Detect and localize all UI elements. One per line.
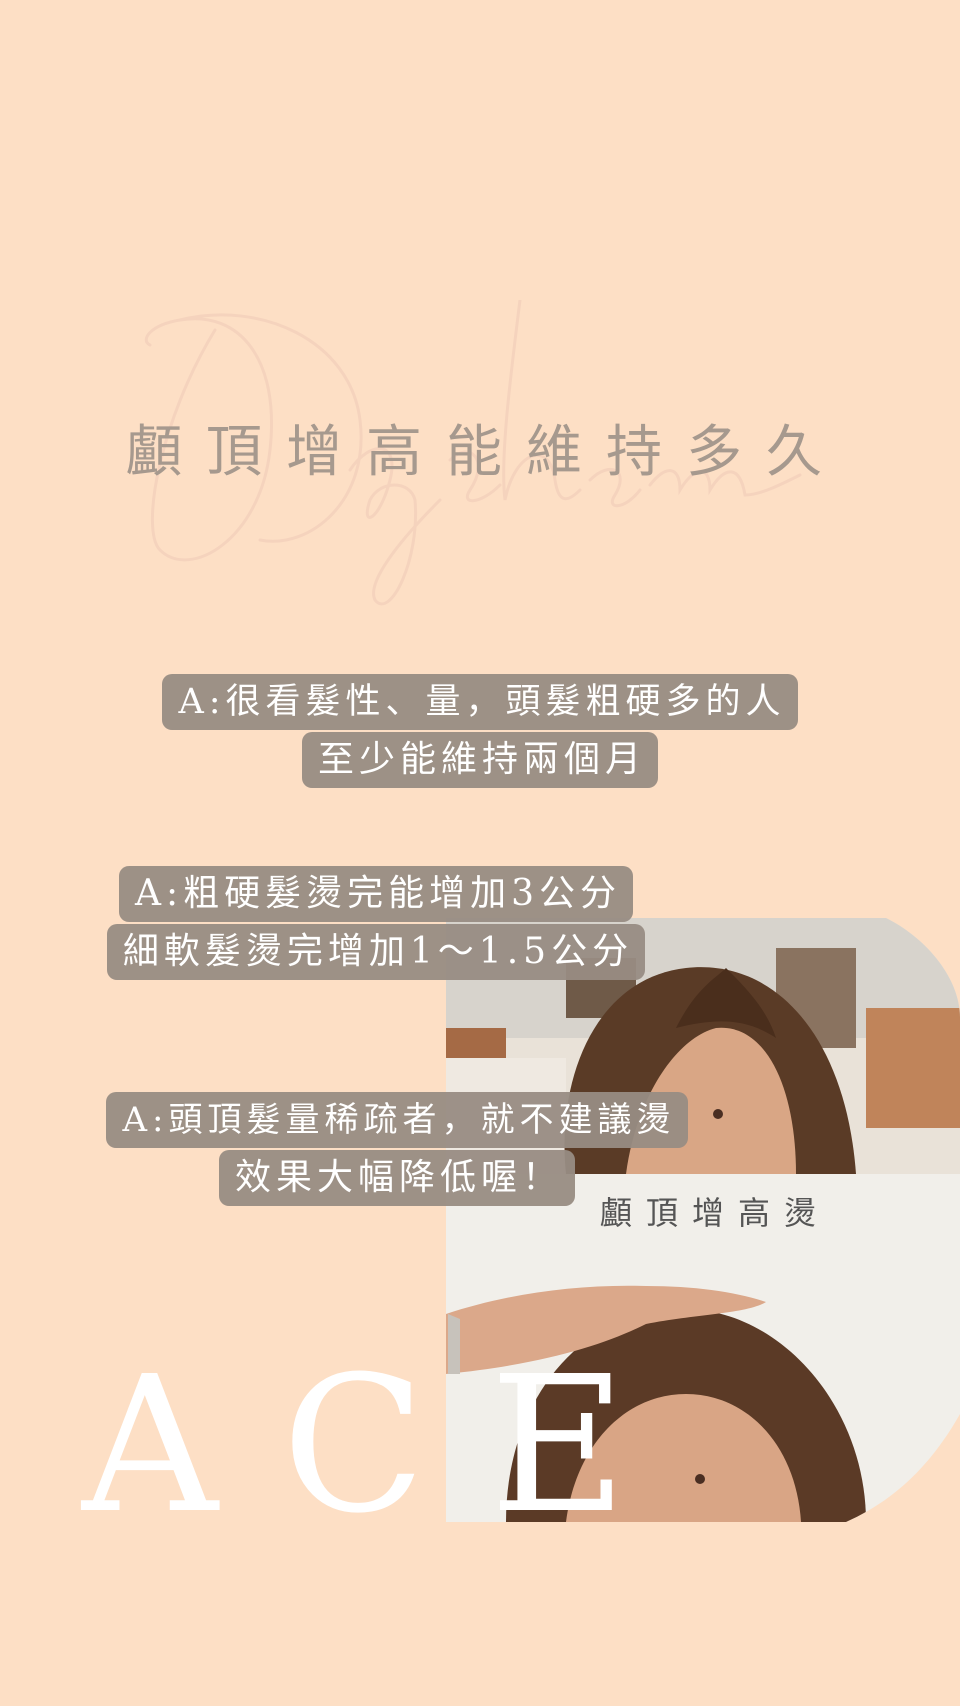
- answer-section-3: A:頭頂髮量稀疏者，就不建議燙 效果大幅降低喔！: [0, 1092, 877, 1206]
- answer-1-line-1: A:很看髮性、量，頭髮粗硬多的人: [162, 674, 798, 730]
- answer-3-line-1: A:頭頂髮量稀疏者，就不建議燙: [106, 1092, 688, 1148]
- answer-section-1: A:很看髮性、量，頭髮粗硬多的人 至少能維持兩個月: [0, 674, 960, 788]
- answer-2-line-1: A:粗硬髮燙完能增加3公分: [118, 866, 634, 922]
- answer-3-line-2: 效果大幅降低喔！: [218, 1150, 575, 1206]
- brand-logo: ACE: [82, 1336, 691, 1555]
- story-page: 顱頂增高能維持多久 A:很看髮性、量，頭髮粗硬多的人 至少能維持兩個月 顱頂增高…: [0, 0, 960, 1706]
- answer-1-line-2: 至少能維持兩個月: [301, 732, 658, 788]
- answer-2-line-2: 細軟髮燙完增加1～1.5公分: [106, 924, 646, 980]
- answer-section-2: A:粗硬髮燙完能增加3公分 細軟髮燙完增加1～1.5公分: [0, 866, 856, 980]
- headline: 顱頂增高能維持多久: [126, 420, 846, 485]
